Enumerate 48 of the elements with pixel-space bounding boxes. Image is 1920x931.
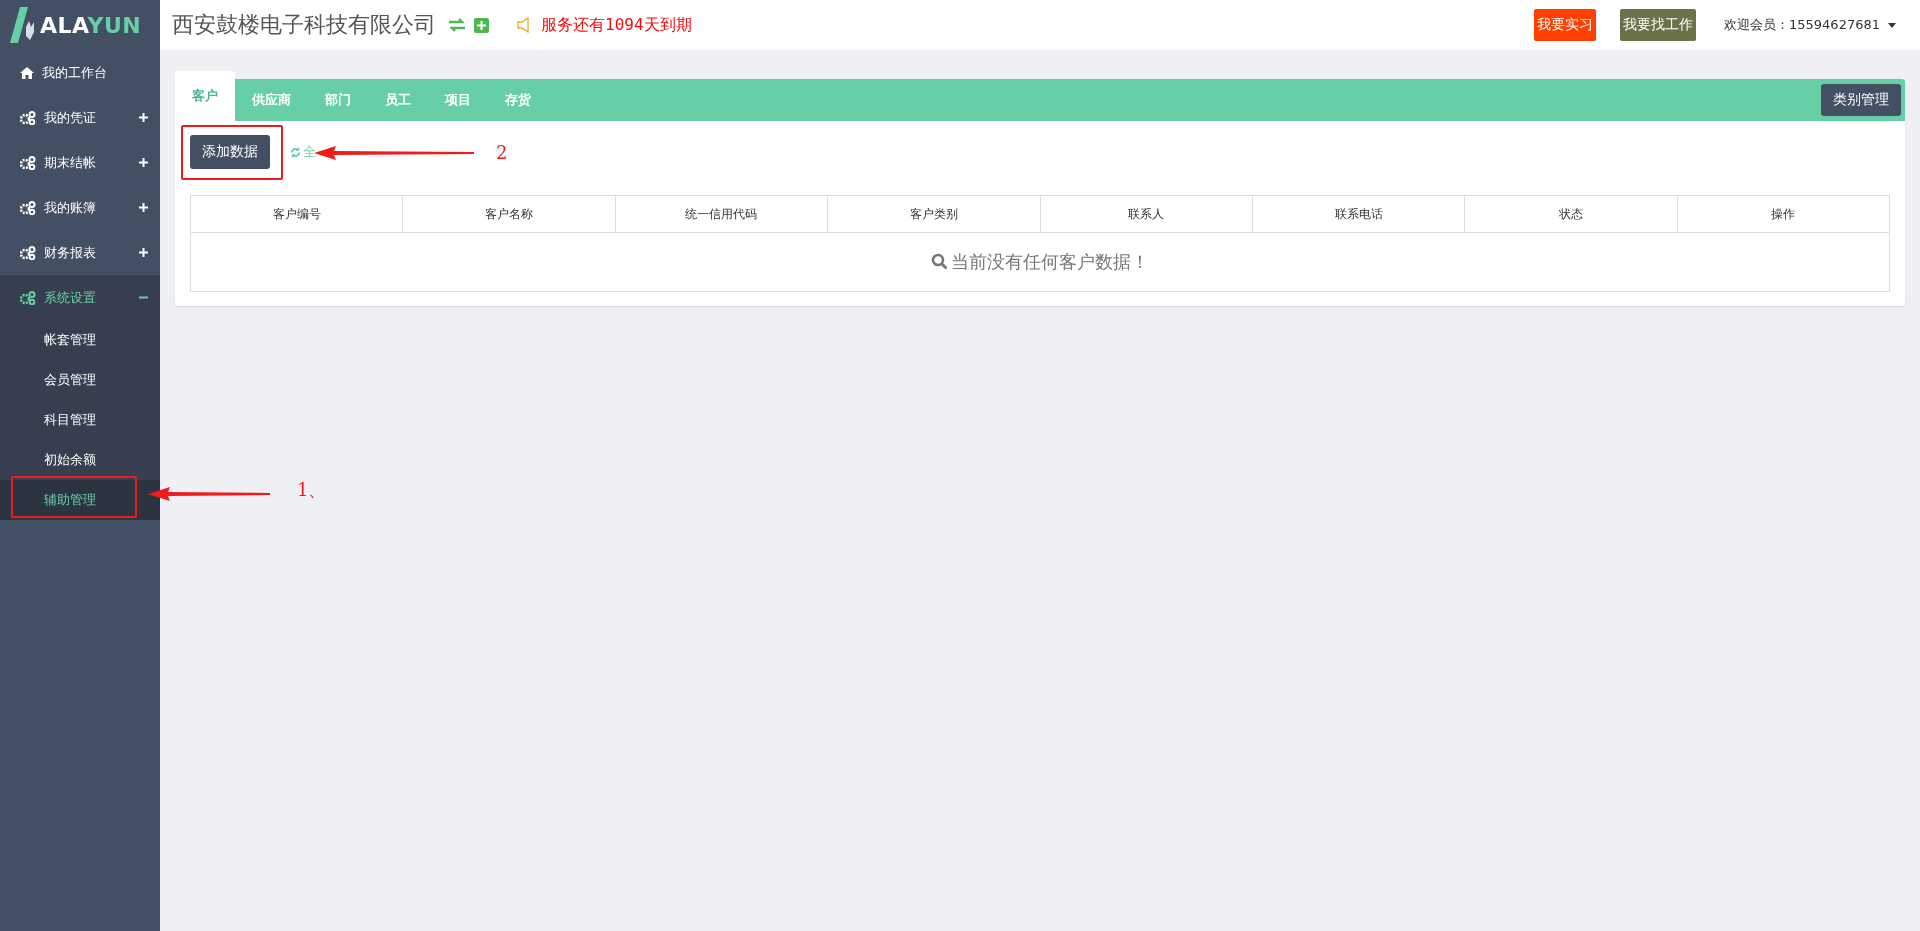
submenu-item[interactable]: 辅助管理 (0, 480, 160, 520)
plus-icon (139, 113, 148, 122)
header-button[interactable]: 我要找工作 (1620, 9, 1696, 41)
header-button[interactable]: 我要实习 (1534, 9, 1596, 41)
column-header: 统一信用代码 (615, 195, 828, 233)
submenu-item[interactable]: 科目管理 (0, 400, 160, 440)
annotation-label: 2 (496, 142, 508, 163)
submenu-item[interactable]: 帐套管理 (0, 320, 160, 360)
column-header: 联系电话 (1252, 195, 1465, 233)
gears-icon (20, 245, 36, 260)
arrow-icon (148, 487, 270, 501)
column-header: 客户编号 (190, 195, 403, 233)
sidebar-item[interactable]: 我的凭证 (0, 95, 160, 140)
sidebar-item[interactable]: 我的账簿 (0, 185, 160, 230)
plus-icon (139, 158, 148, 167)
sidebar-item[interactable]: 期末结帐 (0, 140, 160, 185)
submenu-item[interactable]: 初始余额 (0, 440, 160, 480)
annotation-label: 1、 (297, 478, 327, 502)
plus-icon (139, 203, 148, 212)
column-header: 客户名称 (402, 195, 616, 233)
refresh-icon (290, 146, 301, 158)
gears-icon (20, 110, 36, 125)
column-header: 状态 (1464, 195, 1678, 233)
sidebar-item[interactable]: 我的工作台 (0, 50, 160, 95)
submenu-item[interactable]: 会员管理 (0, 360, 160, 400)
category-button[interactable]: 类别管理 (1821, 84, 1901, 116)
gears-icon (20, 155, 36, 170)
search-icon (931, 253, 948, 271)
user-menu[interactable]: 欢迎会员：15594627681 (1724, 16, 1880, 34)
plus-icon (139, 248, 148, 257)
sidebar-item[interactable]: 系统设置 (0, 275, 160, 320)
add-icon[interactable] (474, 17, 489, 33)
caret-icon[interactable] (1888, 22, 1896, 28)
column-header: 联系人 (1040, 195, 1253, 233)
column-header: 操作 (1677, 195, 1890, 233)
sidebar-item[interactable]: 财务报表 (0, 230, 160, 275)
arrow-icon (314, 146, 474, 160)
gears-icon (20, 290, 36, 305)
empty-message: 当前没有任何客户数据！ (951, 249, 1149, 274)
add-data-button[interactable]: 添加数据 (190, 135, 270, 169)
company-name: 西安鼓楼电子科技有限公司 (172, 11, 436, 39)
logo-icon (8, 5, 36, 45)
column-header: 客户类别 (827, 195, 1040, 233)
swap-icon[interactable] (448, 18, 466, 32)
home-icon (20, 66, 34, 79)
logo-text: ALAYUN (40, 12, 142, 38)
expiry-notice: 服务还有1094天到期 (541, 14, 692, 36)
gears-icon (20, 200, 36, 215)
